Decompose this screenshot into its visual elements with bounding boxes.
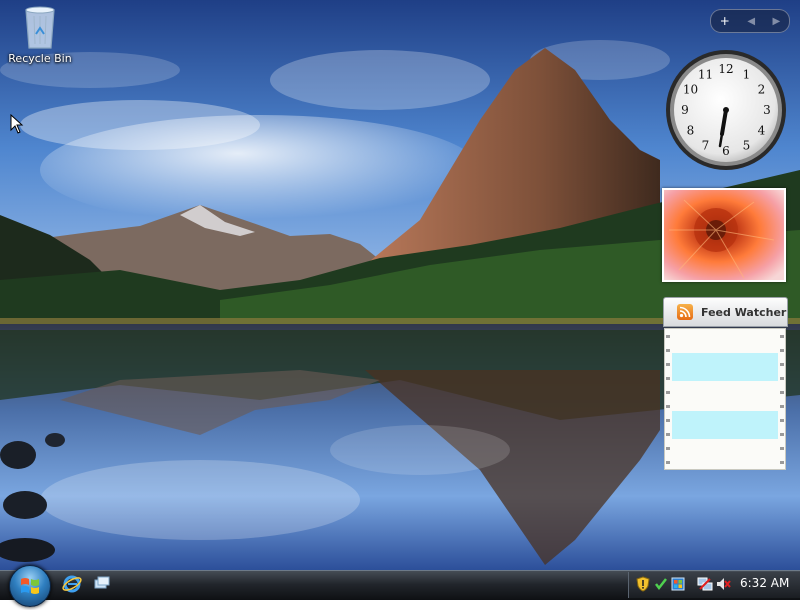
flower-photo: [664, 190, 784, 280]
windows-update-icon[interactable]: [670, 576, 686, 592]
clock-numeral: 4: [758, 124, 766, 138]
rss-icon: [677, 304, 693, 320]
feed-watcher-gadget[interactable]: Feed Watcher: [663, 297, 788, 471]
security-shield-icon[interactable]: [635, 576, 651, 592]
internet-explorer-icon[interactable]: [62, 574, 82, 594]
recycle-bin-label: Recycle Bin: [8, 52, 72, 65]
feed-watcher-title: Feed Watcher: [701, 305, 787, 319]
feed-watcher-header[interactable]: Feed Watcher: [663, 297, 788, 327]
clock-numeral: 5: [743, 139, 751, 153]
clock-gadget[interactable]: 12 12 3 45678 9 1011: [664, 48, 788, 172]
notebook-binding-left: [666, 335, 670, 465]
recycle-bin-desktop-icon[interactable]: Recycle Bin: [4, 4, 76, 65]
sync-center-icon[interactable]: [653, 576, 669, 592]
notebook-binding-right: [780, 335, 784, 465]
slideshow-gadget[interactable]: [662, 188, 786, 282]
clock-numeral: 9: [681, 103, 689, 117]
taskbar-clock[interactable]: 6:32 AM: [740, 576, 789, 590]
previous-page-button[interactable]: ◀: [747, 16, 755, 27]
clock-numeral: 2: [758, 83, 766, 97]
clock-numeral: 10: [683, 83, 698, 97]
clock-numeral: 1: [743, 68, 751, 82]
add-gadget-button[interactable]: +: [720, 14, 730, 28]
windows-logo-icon: [21, 578, 39, 594]
clock-numeral: 11: [698, 68, 713, 82]
clock-numeral: 3: [763, 103, 771, 117]
recycle-bin-icon: [25, 6, 55, 49]
feed-list: [664, 328, 786, 470]
mouse-cursor: [10, 114, 24, 134]
clock-numeral: 8: [687, 124, 695, 138]
show-desktop-icon[interactable]: [92, 574, 112, 594]
clock-numeral: 7: [702, 139, 710, 153]
network-icon[interactable]: [697, 576, 713, 592]
quick-launch-bar: [62, 574, 112, 594]
clock-numeral: 12: [718, 62, 733, 76]
feed-item[interactable]: [672, 353, 778, 381]
feed-item[interactable]: [672, 411, 778, 439]
volume-muted-icon[interactable]: [715, 576, 731, 592]
sidebar-gadget-controls: + ◀ ▶: [710, 9, 790, 33]
next-page-button[interactable]: ▶: [773, 16, 781, 27]
start-button[interactable]: [9, 565, 51, 607]
clock-numeral: 6: [722, 144, 730, 158]
